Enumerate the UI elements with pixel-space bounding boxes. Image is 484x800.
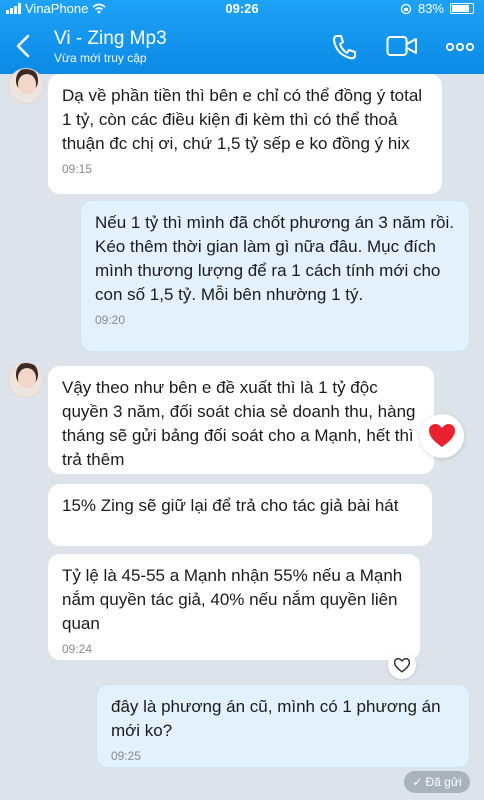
message-outgoing[interactable]: đây là phương án cũ, mình có 1 phương án… [96, 684, 470, 768]
message-incoming[interactable]: Dạ về phần tiền thì bên e chỉ có thể đồn… [48, 74, 442, 194]
message-time: 09:25 [111, 749, 142, 763]
sent-label: Đã gửi [425, 775, 462, 789]
battery-percent: 83% [417, 1, 444, 16]
more-options-icon[interactable] [446, 42, 474, 52]
back-button[interactable] [10, 30, 38, 62]
heart-icon [429, 424, 455, 447]
contact-info[interactable]: Vi - Zing Mp3 Vừa mới truy cập [54, 28, 167, 66]
avatar[interactable] [8, 68, 44, 104]
reaction-heart-button[interactable] [420, 414, 464, 458]
message-time: 09:24 [62, 642, 93, 656]
message-incoming[interactable]: 15% Zing sẽ giữ lại để trả cho tác giả b… [48, 484, 432, 546]
avatar[interactable] [8, 362, 44, 398]
sent-status-badge: ✓ Đã gửi [404, 771, 470, 793]
message-text: Nếu 1 tỷ thì mình đã chốt phương án 3 nă… [95, 213, 454, 304]
video-call-icon[interactable] [386, 34, 418, 58]
rotation-lock-icon [400, 3, 412, 14]
message-text: Tỷ lệ là 45-55 a Mạnh nhận 55% nếu a Mạn… [62, 566, 403, 633]
message-incoming[interactable]: Tỷ lệ là 45-55 a Mạnh nhận 55% nếu a Mạn… [48, 554, 420, 660]
check-icon: ✓ [412, 775, 423, 789]
chevron-left-icon [16, 34, 30, 58]
message-list[interactable]: Dạ về phần tiền thì bên e chỉ có thể đồn… [0, 68, 484, 800]
message-time: 09:20 [95, 313, 126, 327]
battery-icon [450, 3, 474, 14]
message-outgoing[interactable]: Nếu 1 tỷ thì mình đã chốt phương án 3 nă… [80, 200, 470, 352]
message-time: 09:15 [62, 162, 93, 176]
message-text: Dạ về phần tiền thì bên e chỉ có thể đồn… [62, 86, 423, 153]
message-text: 15% Zing sẽ giữ lại để trả cho tác giả b… [62, 496, 399, 515]
reaction-button[interactable] [388, 651, 416, 679]
chat-header: VinaPhone 09:26 83% Vi - Zing Mp3 Vừa mớ… [0, 0, 484, 74]
heart-outline-icon [394, 657, 410, 673]
message-incoming[interactable]: Vậy theo như bên e đề xuất thì là 1 tỷ đ… [48, 366, 434, 474]
contact-name: Vi - Zing Mp3 [54, 28, 167, 49]
contact-status: Vừa mới truy cập [54, 51, 147, 65]
message-text: đây là phương án cũ, mình có 1 phương án… [111, 697, 441, 740]
message-text: Vậy theo như bên e đề xuất thì là 1 tỷ đ… [62, 378, 416, 469]
phone-call-icon[interactable] [332, 34, 356, 60]
status-bar: VinaPhone 09:26 83% [0, 0, 484, 18]
